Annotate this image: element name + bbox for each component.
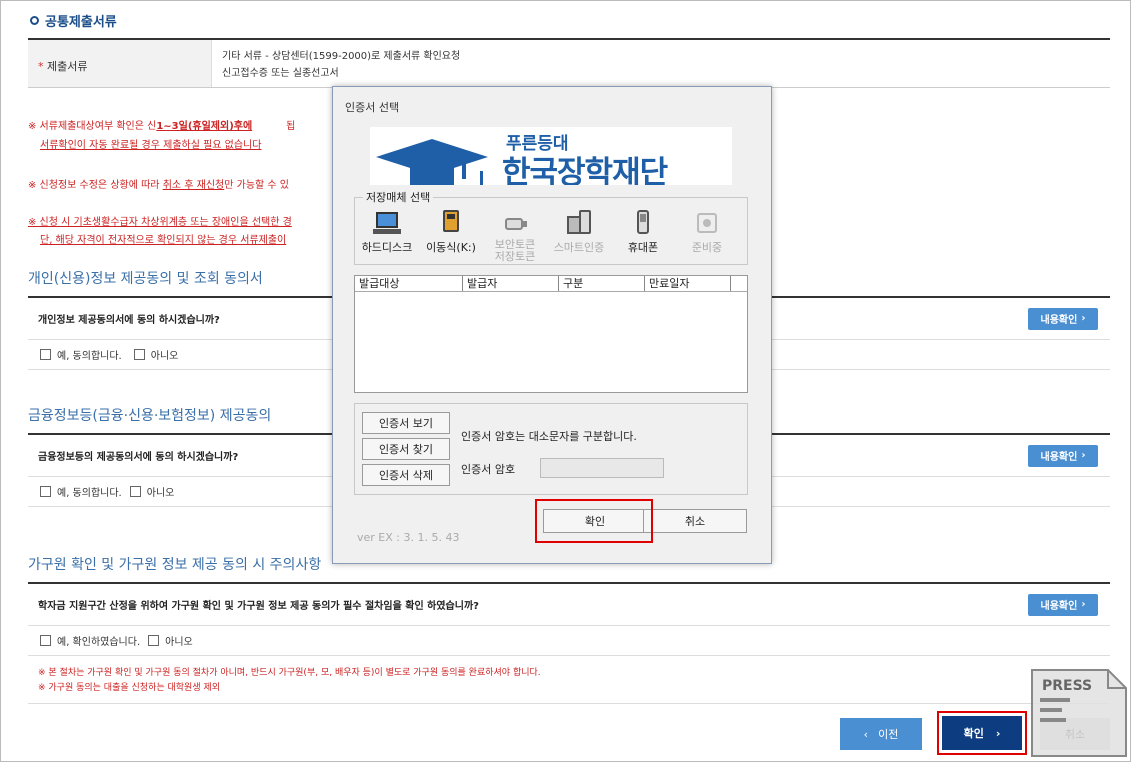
consent3-question-row: 학자금 지원구간 산정을 위하여 가구원 확인 및 가구원 정보 제공 동의가 …	[28, 584, 1110, 626]
consent3-box: 학자금 지원구간 산정을 위하여 가구원 확인 및 가구원 정보 제공 동의가 …	[28, 582, 1110, 656]
consent2-no-checkbox[interactable]	[129, 486, 141, 497]
notice-3: ※ 신청 시 기초생활수급자 차상위계층 또는 장애인을 선택한 경	[28, 217, 292, 228]
doc-line-1: 기타 서류 - 상담센터(1599-2000)로 제출서류 확인요청	[222, 51, 461, 62]
kosaf-banner: 푸른등대 한국장학재단	[370, 127, 732, 185]
view-cert-button[interactable]: 인증서 보기	[362, 412, 450, 434]
consent2-title: 금융정보등(금융·신용·보험정보) 제공동의	[28, 408, 272, 424]
dialog-ok-highlight-box	[535, 499, 653, 543]
certificate-actions-box: 인증서 보기 인증서 찾기 인증서 삭제 인증서 암호는 대소문자를 구분합니다…	[354, 403, 748, 495]
smart-cert-icon	[565, 210, 593, 236]
col-issuer[interactable]: 발급자	[463, 276, 559, 291]
consent3-no-checkbox[interactable]	[148, 635, 160, 646]
consent3-view-button[interactable]: 내용확인 ›	[1028, 593, 1098, 616]
consent2-yes-checkbox[interactable]	[40, 486, 51, 497]
doc-line-2: 신고접수증 또는 실종선고서	[222, 68, 339, 79]
laptop-icon	[373, 210, 401, 236]
prev-button[interactable]: ‹ 이전	[840, 718, 922, 750]
token-icon	[501, 210, 529, 236]
consent2-view-button[interactable]: 내용확인 ›	[1028, 444, 1098, 467]
pending-icon	[693, 210, 721, 236]
password-label: 인증서 암호	[461, 463, 516, 476]
doc-table-cell: 기타 서류 - 상담센터(1599-2000)로 제출서류 확인요청 신고접수증…	[212, 40, 470, 87]
certificate-dialog: 인증서 선택 푸른등대 한국장학재단 저장매체 선택 하드디스크 이동식(K:)	[332, 86, 772, 564]
notice-3b: 단, 해당 자격이 전자적으로 확인되지 않는 경우 서류제출이	[40, 235, 287, 246]
notice-1: ※ 서류제출대상여부 확인은 신1~3일(휴일제외)후에 됩	[28, 121, 296, 132]
notice-1b: 서류확인이 자동 완료될 경우 제출하실 필요 없습니다	[40, 140, 262, 151]
col-type[interactable]: 구분	[559, 276, 645, 291]
chevron-right-icon: ›	[1081, 599, 1086, 610]
col-subject[interactable]: 발급대상	[355, 276, 463, 291]
consent1-title: 개인(신용)정보 제공동의 및 조회 동의서	[28, 271, 263, 287]
consent1-no-checkbox[interactable]	[133, 349, 145, 360]
consent1-yes-checkbox[interactable]	[40, 349, 51, 360]
consent3-answer-row: 예, 확인하였습니다. 아니오	[28, 626, 1110, 656]
bottom-notice: ※ 본 절차는 가구원 확인 및 가구원 동의 절차가 아니며, 반드시 가구원…	[28, 658, 1110, 704]
usb-drive-icon	[437, 210, 465, 236]
media-smart-cert[interactable]: 스마트인증	[549, 210, 609, 255]
media-removable[interactable]: 이동식(K:)	[421, 210, 481, 255]
case-sensitive-note: 인증서 암호는 대소문자를 구분합니다.	[461, 430, 637, 443]
section-title: 공통제출서류	[30, 11, 117, 30]
media-harddisk[interactable]: 하드디스크	[357, 210, 417, 255]
press-watermark: PRESS	[1030, 668, 1128, 758]
find-cert-button[interactable]: 인증서 찾기	[362, 438, 450, 460]
consent3-yes-checkbox[interactable]	[40, 635, 51, 646]
document-table: * 제출서류 기타 서류 - 상담센터(1599-2000)로 제출서류 확인요…	[28, 38, 1110, 88]
dialog-cancel-button[interactable]: 취소	[643, 509, 747, 533]
consent3-title: 가구원 확인 및 가구원 정보 제공 동의 시 주의사항	[28, 557, 322, 573]
col-expiry[interactable]: 만료일자	[645, 276, 731, 291]
chevron-right-icon: ›	[1081, 450, 1086, 461]
password-input[interactable]	[540, 458, 664, 478]
delete-cert-button[interactable]: 인증서 삭제	[362, 464, 450, 486]
version-label: ver EX : 3. 1. 5. 43	[357, 531, 460, 544]
confirm-highlight-box	[937, 711, 1027, 755]
media-phone[interactable]: 휴대폰	[613, 210, 673, 255]
dialog-title: 인증서 선택	[345, 101, 400, 114]
media-pending: 준비중	[677, 210, 737, 255]
certificate-list[interactable]: 발급대상 발급자 구분 만료일자	[354, 275, 748, 393]
notice-2: ※ 신청정보 수정은 상황에 따라 취소 후 재신청만 가능할 수 있	[28, 180, 289, 191]
doc-table-header: * 제출서류	[28, 40, 212, 87]
phone-icon	[629, 210, 657, 236]
chevron-left-icon: ‹	[863, 727, 869, 741]
storage-media-group: 저장매체 선택 하드디스크 이동식(K:) 보안토큰 저장토큰 스마트인증 휴대…	[354, 189, 748, 265]
chevron-right-icon: ›	[1081, 313, 1086, 324]
storage-media-label: 저장매체 선택	[363, 189, 434, 205]
certificate-list-header: 발급대상 발급자 구분 만료일자	[355, 276, 747, 292]
consent1-view-button[interactable]: 내용확인 ›	[1028, 307, 1098, 330]
location-pin-icon	[30, 16, 39, 25]
banner-org-name: 한국장학재단	[502, 155, 668, 185]
media-security-token[interactable]: 보안토큰 저장토큰	[485, 210, 545, 263]
